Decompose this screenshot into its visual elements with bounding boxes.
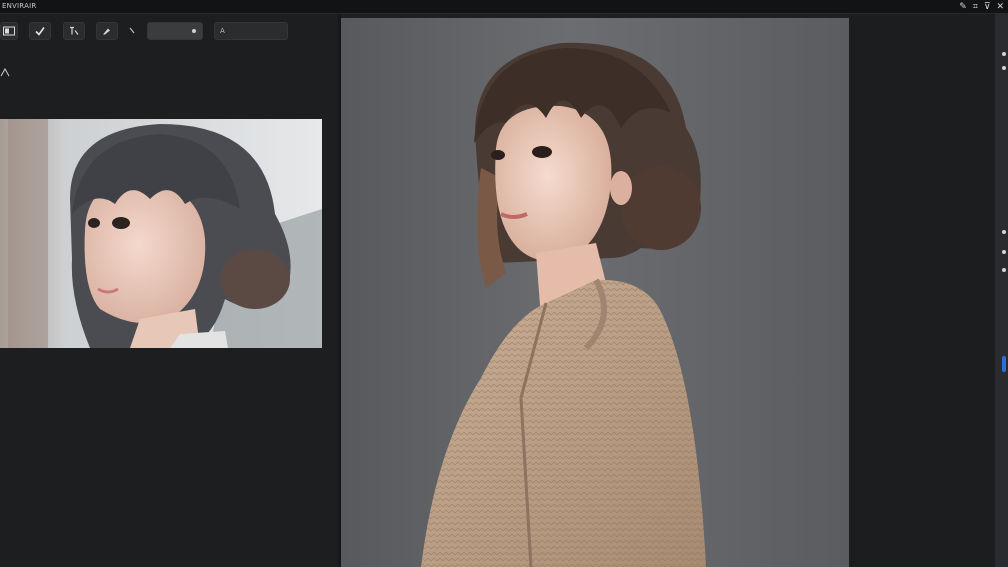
- crop-icon[interactable]: ⌗: [973, 1, 978, 13]
- close-icon[interactable]: ✕: [996, 1, 1004, 13]
- triangle-icon[interactable]: [0, 67, 10, 77]
- title-bar: ENVIRAIR ✎ ⌗ ⊽ ✕: [0, 0, 1008, 14]
- portrait-main-image: [421, 42, 706, 567]
- scroll-marker-icon[interactable]: [1002, 250, 1006, 254]
- check-tool-button[interactable]: [29, 22, 51, 40]
- toolbar: A: [0, 22, 300, 42]
- filter-icon[interactable]: ⊽: [984, 1, 991, 13]
- image-icon: [3, 26, 15, 36]
- pointer-tool-button[interactable]: [121, 22, 143, 40]
- image-tool-button[interactable]: [0, 22, 18, 40]
- scroll-marker-icon[interactable]: [1002, 268, 1006, 272]
- text-icon: [70, 26, 79, 35]
- text-tool-button[interactable]: [63, 22, 85, 40]
- brush-icon: [103, 28, 110, 35]
- main-canvas[interactable]: [341, 18, 849, 567]
- vertical-scrollbar[interactable]: [995, 14, 1008, 567]
- value-field[interactable]: [147, 22, 203, 40]
- title-bar-icons: ✎ ⌗ ⊽ ✕: [959, 1, 1004, 13]
- pointer-icon: [129, 27, 135, 34]
- secondary-field-text: A: [220, 27, 225, 35]
- preview-thumbnail[interactable]: [0, 119, 322, 348]
- app-title: ENVIRAIR: [2, 2, 37, 10]
- scroll-marker-icon[interactable]: [1002, 52, 1006, 56]
- pen-icon[interactable]: ✎: [959, 1, 967, 13]
- scroll-thumb[interactable]: [1002, 356, 1006, 372]
- check-icon: [35, 27, 45, 36]
- portrait-thumbnail-image: [0, 119, 322, 348]
- secondary-field[interactable]: A: [214, 22, 288, 40]
- settings-icon: [192, 29, 196, 33]
- brush-tool-button[interactable]: [96, 22, 118, 40]
- scroll-marker-icon[interactable]: [1002, 66, 1006, 70]
- right-panel: [849, 14, 995, 567]
- scroll-marker-icon[interactable]: [1002, 230, 1006, 234]
